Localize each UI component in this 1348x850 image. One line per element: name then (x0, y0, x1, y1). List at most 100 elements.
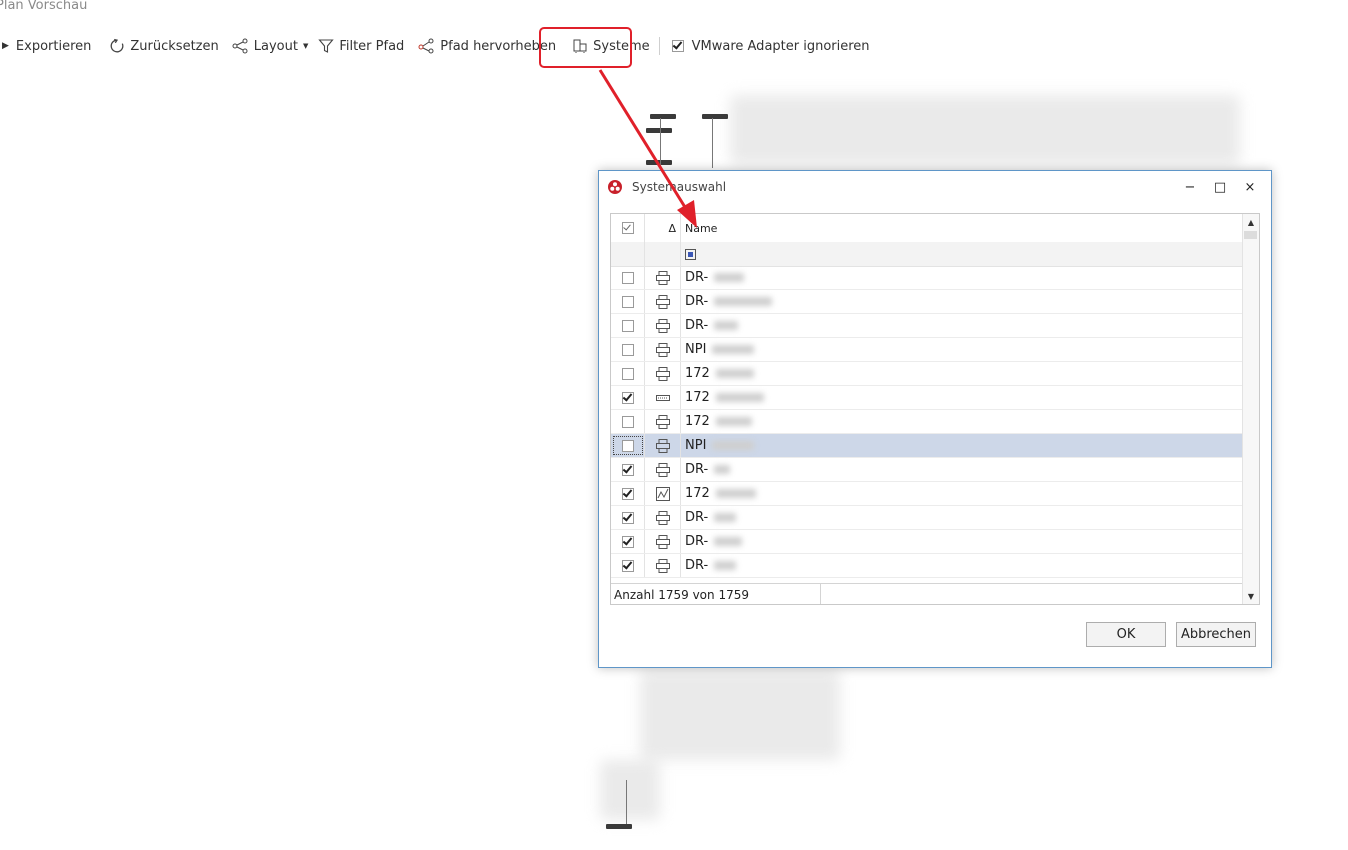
ok-button[interactable]: OK (1086, 622, 1166, 647)
ignore-vmware-toggle[interactable]: VMware Adapter ignorieren (665, 34, 874, 58)
scroll-up-icon[interactable]: ▲ (1243, 214, 1259, 230)
icon-column-header[interactable]: Δ (645, 214, 681, 242)
row-checkbox[interactable] (621, 439, 634, 452)
export-button[interactable]: ▶ Exportieren (0, 34, 95, 58)
row-checkbox[interactable] (621, 487, 634, 500)
row-checkbox[interactable] (621, 319, 634, 332)
minimize-button[interactable]: − (1175, 175, 1205, 199)
row-name: DR- (685, 558, 709, 573)
layout-button[interactable]: Layout ▼ (228, 34, 313, 58)
redacted-text (715, 489, 756, 498)
sort-glyph: Δ (668, 221, 676, 235)
row-name: 172 (685, 486, 710, 501)
window-title: Plan Vorschau (0, 0, 88, 13)
row-name: DR- (685, 462, 709, 477)
diagram-node (606, 824, 632, 829)
table-row[interactable]: DR- (611, 314, 1243, 338)
row-name: DR- (685, 318, 709, 333)
filter-path-button[interactable]: Filter Pfad (314, 34, 408, 58)
table-row[interactable]: 172 (611, 410, 1243, 434)
table-row[interactable]: DR- (611, 266, 1243, 290)
table-row[interactable]: DR- (611, 554, 1243, 578)
row-name: DR- (685, 534, 709, 549)
redacted-text (715, 393, 764, 402)
table-row[interactable]: 172 (611, 386, 1243, 410)
row-checkbox[interactable] (621, 511, 634, 524)
printer-icon (645, 554, 681, 577)
row-name: 172 (685, 390, 710, 405)
dialog-title: Systemauswahl (632, 180, 727, 194)
vertical-scrollbar[interactable]: ▲ ▼ (1242, 214, 1259, 604)
grid-header: Δ Name (611, 214, 1243, 243)
grid-footer: Anzahl 1759 von 1759 (611, 583, 1243, 604)
row-checkbox[interactable] (621, 535, 634, 548)
printer-icon (645, 314, 681, 337)
redacted-text (714, 273, 745, 282)
printer-icon (645, 410, 681, 433)
table-row[interactable]: NPI (611, 434, 1243, 458)
table-row[interactable]: DR- (611, 290, 1243, 314)
row-name: DR- (685, 294, 709, 309)
row-name: DR- (685, 510, 709, 525)
chart-icon (645, 482, 681, 505)
row-name: DR- (685, 270, 709, 285)
row-checkbox[interactable] (621, 367, 634, 380)
select-all-checkbox[interactable] (621, 222, 634, 234)
name-column-header[interactable]: Name (681, 214, 1243, 242)
table-row[interactable]: 172 (611, 482, 1243, 506)
redacted-text (714, 537, 743, 546)
maximize-button[interactable]: □ (1205, 175, 1235, 199)
diagram-node (702, 114, 728, 119)
systems-grid: Δ Name DR- DR- DR- NPI 172 172 172 NPI DR- 172 DR-… (610, 213, 1260, 605)
table-row[interactable]: DR- (611, 530, 1243, 554)
filter-path-label: Filter Pfad (339, 38, 405, 54)
systems-highlight-annotation (539, 27, 632, 68)
row-checkbox[interactable] (621, 271, 634, 284)
row-checkbox[interactable] (621, 343, 634, 356)
row-checkbox[interactable] (621, 391, 634, 404)
row-name: 172 (685, 414, 710, 429)
row-checkbox[interactable] (621, 295, 634, 308)
printer-icon (645, 362, 681, 385)
toolbar-divider (658, 37, 660, 55)
row-name: NPI (685, 342, 707, 357)
name-filter-checkbox[interactable] (685, 248, 696, 260)
reset-button[interactable]: Zurücksetzen (105, 34, 222, 58)
dialog-titlebar: Systemauswahl − □ × (599, 171, 1271, 203)
close-button[interactable]: × (1235, 175, 1265, 199)
scroll-down-icon[interactable]: ▼ (1243, 588, 1259, 604)
select-all-header[interactable] (611, 214, 645, 242)
redacted-text (715, 369, 754, 378)
row-checkbox[interactable] (621, 463, 634, 476)
printer-icon (645, 458, 681, 481)
printer-icon (645, 266, 681, 289)
app-logo-icon (608, 180, 622, 194)
table-row[interactable]: DR- (611, 458, 1243, 482)
row-name: NPI (685, 438, 707, 453)
table-row[interactable]: DR- (611, 506, 1243, 530)
ignore-vmware-checkbox[interactable] (671, 40, 684, 52)
redacted-text (714, 321, 739, 330)
row-checkbox[interactable] (621, 559, 634, 572)
diagram-node (646, 160, 672, 165)
keyboard-icon (645, 386, 681, 409)
row-checkbox[interactable] (621, 415, 634, 428)
redacted-text (712, 345, 755, 354)
export-arrow-icon: ▶ (2, 41, 9, 51)
printer-icon (645, 290, 681, 313)
cancel-button[interactable]: Abbrechen (1176, 622, 1256, 647)
diagram-node (646, 128, 672, 133)
printer-icon (645, 530, 681, 553)
grid-filter-row (611, 242, 1243, 267)
layout-label: Layout (253, 38, 298, 54)
redacted-text (714, 465, 731, 474)
row-name: 172 (685, 366, 710, 381)
share-graph-icon (232, 38, 248, 54)
table-row[interactable]: 172 (611, 362, 1243, 386)
export-label: Exportieren (15, 38, 92, 54)
table-row[interactable]: NPI (611, 338, 1243, 362)
scroll-thumb[interactable] (1244, 231, 1257, 239)
row-count: Anzahl 1759 von 1759 (611, 584, 821, 604)
funnel-icon (318, 39, 335, 53)
reset-label: Zurücksetzen (130, 38, 219, 54)
